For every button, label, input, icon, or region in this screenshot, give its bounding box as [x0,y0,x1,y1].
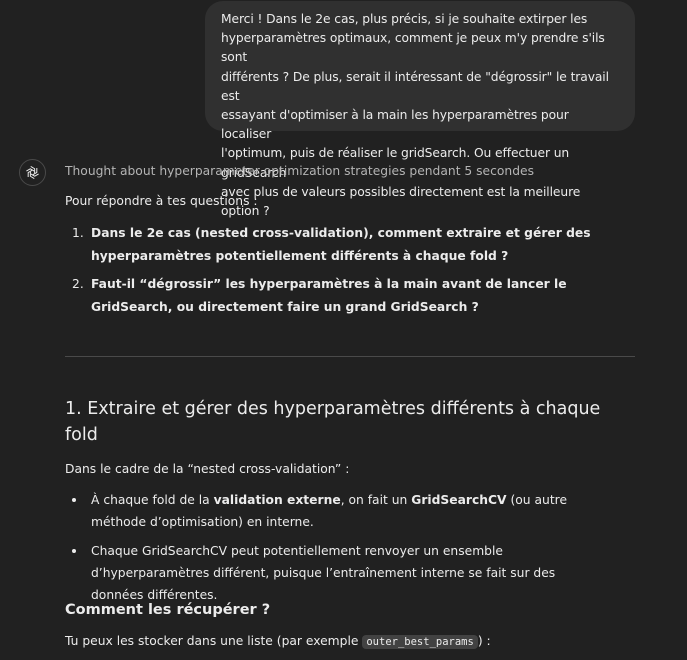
thought-summary-toggle[interactable]: Thought about hyperparameter optimizatio… [65,164,534,178]
divider [65,356,635,357]
user-message-bubble: Merci ! Dans le 2e cas, plus précis, si … [205,1,635,218]
questions-list: 1. Dans le 2e cas (nested cross-validati… [65,222,625,324]
bullet-text-c: , on fait un [340,493,412,507]
question-text: Faut-il “dégrossir” les hyperparamètres … [91,277,567,314]
question-text: Dans le 2e cas (nested cross-validation)… [91,226,591,263]
list-number: 2. [72,277,84,291]
list-item: Chaque GridSearchCV peut potentiellement… [65,540,610,606]
bullet-text-a: À chaque fold de la [91,493,214,507]
intro-text: Pour répondre à tes questions : [65,194,258,208]
list-number: 1. [72,226,84,240]
subsection-heading: Comment les récupérer ? [65,602,271,618]
bullet-dot [72,549,76,553]
inline-code: outer_best_params [362,635,478,649]
section-context-text: Dans le cadre de la “nested cross-valida… [65,462,350,476]
openai-logo-icon [26,166,39,179]
bullet-dot [72,498,76,502]
bullet-bold-text: GridSearchCV [411,493,507,507]
store-params-text: Tu peux les stocker dans une liste (par … [65,634,491,649]
section-heading: 1. Extraire et gérer des hyperparamètres… [65,399,601,445]
store-suffix: ) : [477,634,491,648]
list-item: 1. Dans le 2e cas (nested cross-validati… [65,222,625,268]
bullet-list: À chaque fold de la validation externe, … [65,489,610,613]
list-item: À chaque fold de la validation externe, … [65,489,610,533]
list-item: 2. Faut-il “dégrossir” les hyperparamètr… [65,273,625,319]
bullet-text: Chaque GridSearchCV peut potentiellement… [91,544,556,602]
bullet-bold-text: validation externe [213,493,341,507]
store-prefix: Tu peux les stocker dans une liste (par … [65,634,363,648]
assistant-avatar [19,159,46,186]
